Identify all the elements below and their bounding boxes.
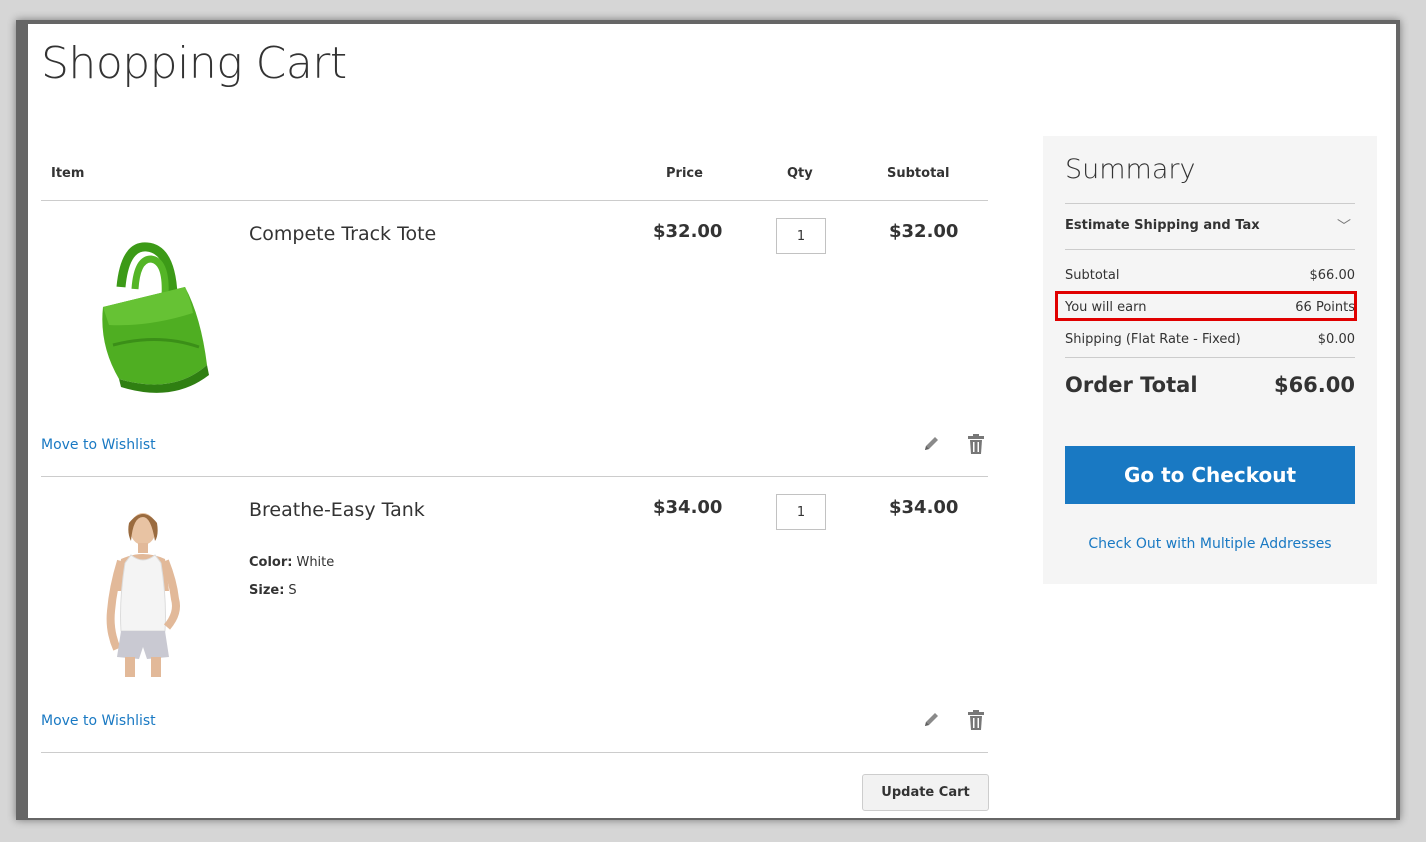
order-total-label: Order Total xyxy=(1065,373,1198,397)
subtotal-row: Subtotal $66.00 xyxy=(1065,268,1355,283)
cart-item-row: Breathe-Easy Tank Color: White Size: S $34… xyxy=(41,477,988,753)
order-total-value: $66.00 xyxy=(1273,373,1355,397)
qty-input[interactable] xyxy=(776,494,826,530)
pencil-icon[interactable] xyxy=(921,434,941,454)
move-to-wishlist-link[interactable]: Move to Wishlist xyxy=(41,437,156,453)
product-price: $34.00 xyxy=(653,497,723,518)
shipping-value: $0.00 xyxy=(1317,332,1355,347)
cart-item-row: Compete Track Tote $32.00 $32.00 Move to… xyxy=(41,201,988,477)
header-price: Price xyxy=(666,166,703,181)
order-total-row: Order Total $66.00 xyxy=(1065,373,1355,397)
summary-title: Summary xyxy=(1065,154,1196,185)
subtotal-value: $66.00 xyxy=(1309,268,1356,283)
trash-icon[interactable] xyxy=(967,709,985,731)
option-size: Size: S xyxy=(249,577,334,605)
cart-page: Shopping Cart Item Price Qty Subtotal Co… xyxy=(28,24,1396,818)
multiple-addresses-link[interactable]: Check Out with Multiple Addresses xyxy=(1065,536,1355,552)
option-color: Color: White xyxy=(249,549,334,577)
header-subtotal: Subtotal xyxy=(887,166,950,181)
earn-points-highlight xyxy=(1055,291,1357,321)
product-name[interactable]: Compete Track Tote xyxy=(249,223,436,245)
order-summary: Summary Estimate Shipping and Tax ﹀ Subt… xyxy=(1043,136,1377,584)
cart-table: Item Price Qty Subtotal Compete Track To… xyxy=(41,160,988,753)
shipping-row: Shipping (Flat Rate - Fixed) $0.00 xyxy=(1065,332,1355,347)
header-qty: Qty xyxy=(787,166,813,181)
option-label: Color: xyxy=(249,555,293,570)
shipping-label: Shipping (Flat Rate - Fixed) xyxy=(1065,332,1241,347)
update-cart-button[interactable]: Update Cart xyxy=(862,774,989,811)
move-to-wishlist-link[interactable]: Move to Wishlist xyxy=(41,713,156,729)
option-value: White xyxy=(296,555,335,570)
product-subtotal: $34.00 xyxy=(889,497,959,518)
estimate-shipping-label: Estimate Shipping and Tax xyxy=(1065,218,1260,233)
product-options: Color: White Size: S xyxy=(249,549,334,605)
divider xyxy=(1065,357,1355,358)
subtotal-label: Subtotal xyxy=(1065,268,1120,283)
trash-icon[interactable] xyxy=(967,433,985,455)
product-price: $32.00 xyxy=(653,221,723,242)
pencil-icon[interactable] xyxy=(921,710,941,730)
product-subtotal: $32.00 xyxy=(889,221,959,242)
option-label: Size: xyxy=(249,583,285,598)
estimate-shipping-toggle[interactable]: Estimate Shipping and Tax ﹀ xyxy=(1065,218,1355,235)
chevron-down-icon: ﹀ xyxy=(1337,219,1351,235)
qty-input[interactable] xyxy=(776,218,826,254)
product-image-tote[interactable] xyxy=(69,225,219,401)
cart-table-header: Item Price Qty Subtotal xyxy=(41,160,988,201)
divider xyxy=(1065,203,1355,204)
go-to-checkout-button[interactable]: Go to Checkout xyxy=(1065,446,1355,504)
option-value: S xyxy=(288,583,297,598)
header-item: Item xyxy=(51,166,85,181)
page-title: Shopping Cart xyxy=(41,38,347,89)
product-name[interactable]: Breathe-Easy Tank xyxy=(249,499,425,521)
divider xyxy=(1065,249,1355,250)
product-image-tank[interactable] xyxy=(69,501,219,677)
